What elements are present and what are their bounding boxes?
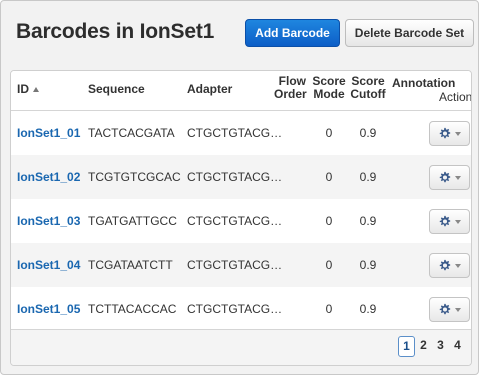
column-header-score-cutoff-line2: Cutoff bbox=[350, 87, 386, 101]
barcode-score-mode: 0 bbox=[325, 126, 333, 140]
caret-down-icon bbox=[455, 307, 461, 312]
table-row: IonSet1_02 TCGTGTCGCAC CTGCTGTACGG... 0 … bbox=[11, 155, 471, 199]
barcode-sequence: TCTTACACCAC bbox=[88, 302, 177, 316]
page-link-1[interactable]: 1 bbox=[398, 336, 415, 357]
gear-icon bbox=[439, 171, 451, 183]
column-header-sequence[interactable]: Sequence bbox=[88, 83, 145, 96]
barcode-score-cutoff: 0.9 bbox=[359, 170, 377, 184]
column-header-score-mode-line2: Mode bbox=[313, 87, 345, 101]
sort-ascending-icon bbox=[33, 87, 39, 92]
barcode-adapter: CTGCTGTACGG... bbox=[187, 170, 289, 184]
barcode-score-cutoff: 0.9 bbox=[359, 214, 377, 228]
table-body: IonSet1_01 TACTCACGATA CTGCTGTACGG... 0 … bbox=[11, 111, 471, 331]
gear-icon bbox=[439, 303, 451, 315]
gear-icon bbox=[439, 215, 451, 227]
barcode-id-link[interactable]: IonSet1_02 bbox=[17, 170, 80, 184]
pagination: 1 2 3 4 bbox=[398, 336, 466, 357]
barcode-score-cutoff: 0.9 bbox=[359, 126, 377, 140]
caret-down-icon bbox=[455, 175, 461, 180]
barcode-score-mode: 0 bbox=[325, 214, 333, 228]
gear-icon bbox=[439, 259, 451, 271]
row-action-button[interactable] bbox=[429, 253, 470, 278]
column-header-flow-order-line2: Order bbox=[274, 87, 307, 101]
column-header-adapter[interactable]: Adapter bbox=[187, 83, 232, 96]
page-link-2[interactable]: 2 bbox=[415, 336, 432, 357]
page-link-3[interactable]: 3 bbox=[432, 336, 449, 357]
barcode-id-link[interactable]: IonSet1_05 bbox=[17, 302, 80, 316]
column-header-score-cutoff[interactable]: Score Cutoff bbox=[350, 75, 386, 101]
row-action-button[interactable] bbox=[429, 165, 470, 190]
column-header-id-label: ID bbox=[17, 82, 29, 96]
table-row: IonSet1_05 TCTTACACCAC CTGCTGTACGG... 0 … bbox=[11, 287, 471, 331]
barcode-score-cutoff: 0.9 bbox=[359, 258, 377, 272]
table-row: IonSet1_01 TACTCACGATA CTGCTGTACGG... 0 … bbox=[11, 111, 471, 155]
page-title: Barcodes in IonSet1 bbox=[16, 20, 215, 43]
barcode-sequence: TGATGATTGCC bbox=[88, 214, 177, 228]
add-barcode-button[interactable]: Add Barcode bbox=[245, 19, 340, 47]
caret-down-icon bbox=[455, 263, 461, 268]
barcode-score-mode: 0 bbox=[325, 258, 333, 272]
barcode-set-panel: Barcodes in IonSet1 Add Barcode Delete B… bbox=[0, 0, 479, 375]
barcode-id-link[interactable]: IonSet1_01 bbox=[17, 126, 80, 140]
gear-icon bbox=[439, 127, 451, 139]
column-header-annotation[interactable]: Annotation bbox=[392, 77, 455, 90]
barcode-adapter: CTGCTGTACGG... bbox=[187, 258, 289, 272]
column-header-flow-order[interactable]: Flow Order bbox=[274, 75, 307, 101]
column-header-score-mode[interactable]: Score Mode bbox=[311, 75, 347, 101]
barcode-sequence: TCGTGTCGCAC bbox=[88, 170, 181, 184]
table-header: ID Sequence Adapter Flow Order Score Mod… bbox=[11, 71, 471, 111]
barcodes-table: ID Sequence Adapter Flow Order Score Mod… bbox=[10, 70, 472, 366]
caret-down-icon bbox=[455, 131, 461, 136]
barcode-adapter: CTGCTGTACGG... bbox=[187, 302, 289, 316]
barcode-score-cutoff: 0.9 bbox=[359, 302, 377, 316]
barcode-sequence: TCGATAATCTT bbox=[88, 258, 173, 272]
row-action-button[interactable] bbox=[429, 297, 470, 322]
delete-barcode-set-button[interactable]: Delete Barcode Set bbox=[345, 19, 474, 47]
barcode-sequence: TACTCACGATA bbox=[88, 126, 175, 140]
barcode-score-mode: 0 bbox=[325, 302, 333, 316]
row-action-button[interactable] bbox=[429, 121, 470, 146]
column-header-action: Action bbox=[439, 90, 472, 104]
barcode-id-link[interactable]: IonSet1_03 bbox=[17, 214, 80, 228]
table-row: IonSet1_04 TCGATAATCTT CTGCTGTACGG... 0 … bbox=[11, 243, 471, 287]
barcode-score-mode: 0 bbox=[325, 170, 333, 184]
table-footer: 1 2 3 4 bbox=[11, 329, 471, 365]
table-row: IonSet1_03 TGATGATTGCC CTGCTGTACGG... 0 … bbox=[11, 199, 471, 243]
page-link-4[interactable]: 4 bbox=[449, 336, 466, 357]
barcode-id-link[interactable]: IonSet1_04 bbox=[17, 258, 80, 272]
barcode-adapter: CTGCTGTACGG... bbox=[187, 214, 289, 228]
column-header-id[interactable]: ID bbox=[17, 83, 39, 96]
caret-down-icon bbox=[455, 219, 461, 224]
barcode-adapter: CTGCTGTACGG... bbox=[187, 126, 289, 140]
row-action-button[interactable] bbox=[429, 209, 470, 234]
